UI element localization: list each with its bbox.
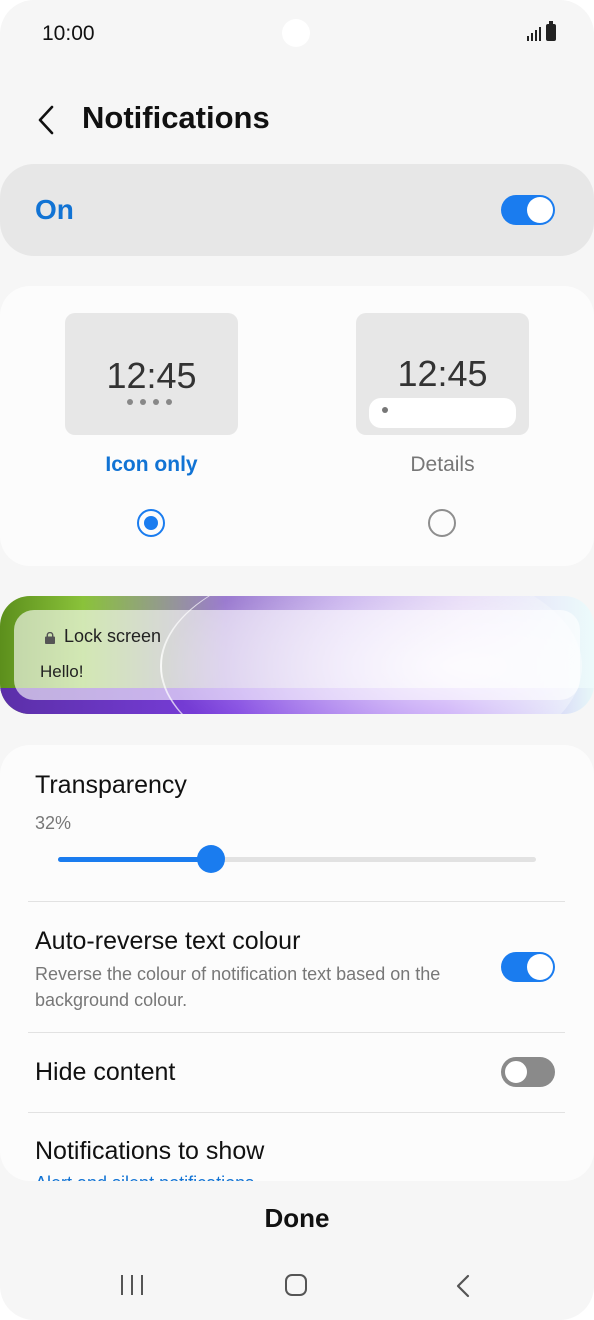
page-title: Notifications <box>82 100 270 135</box>
signal-icon <box>527 27 541 41</box>
master-toggle-label: On <box>35 194 74 225</box>
auto-reverse-subtitle: Reverse the colour of notification text … <box>35 964 441 1010</box>
settings-card: Transparency 32% Auto-reverse text colou… <box>0 745 594 1181</box>
transparency-slider[interactable] <box>58 845 536 873</box>
divider <box>28 901 565 902</box>
auto-reverse-title: Auto-reverse text colour <box>35 927 301 955</box>
slider-thumb[interactable] <box>196 845 225 873</box>
details-preview[interactable]: 12:45 <box>356 313 529 435</box>
front-camera <box>282 19 310 47</box>
icon-only-radio[interactable] <box>137 509 165 537</box>
battery-icon <box>546 21 556 41</box>
divider <box>28 1112 565 1113</box>
status-time: 10:00 <box>42 22 95 45</box>
lock-screen-notification-preview: Lock screen Hello! <box>14 610 580 700</box>
notifications-to-show-title[interactable]: Notifications to show <box>35 1137 264 1166</box>
master-toggle-switch[interactable] <box>501 195 555 225</box>
done-button[interactable]: Done <box>0 1196 594 1240</box>
icon-only-label[interactable]: Icon only <box>65 453 238 477</box>
notification-dots <box>127 399 172 405</box>
phone-screen: 10:00 Notifications On 12:45 Icon only 1… <box>0 0 594 1320</box>
master-toggle-row[interactable]: On <box>0 164 594 256</box>
notification-style-card: 12:45 Icon only 12:45 Details <box>0 286 594 566</box>
preview-clock: 12:45 <box>397 353 488 394</box>
notifications-to-show-value[interactable]: Alert and silent notifications <box>35 1173 254 1181</box>
chevron-left-icon <box>38 105 54 135</box>
details-radio[interactable] <box>428 509 456 537</box>
slider-fill <box>58 857 211 862</box>
lock-icon <box>45 632 55 644</box>
home-icon[interactable] <box>285 1274 307 1296</box>
notification-title: Lock screen <box>64 626 162 646</box>
back-button[interactable] <box>30 100 62 140</box>
divider <box>28 1032 565 1033</box>
wallpaper-preview: Lock screen Hello! <box>0 596 594 714</box>
back-nav-icon[interactable] <box>450 1272 476 1300</box>
notification-message: Hello! <box>40 662 84 681</box>
details-label[interactable]: Details <box>356 453 529 477</box>
transparency-value: 32% <box>35 813 72 833</box>
status-icons <box>527 21 556 41</box>
hide-content-title: Hide content <box>35 1058 176 1086</box>
details-notification-bar <box>369 398 516 428</box>
recent-apps-icon[interactable] <box>121 1275 143 1295</box>
icon-only-preview[interactable]: 12:45 <box>65 313 238 435</box>
transparency-title: Transparency <box>35 771 187 799</box>
hide-content-toggle[interactable] <box>501 1057 555 1087</box>
auto-reverse-toggle[interactable] <box>501 952 555 982</box>
preview-clock: 12:45 <box>106 355 197 396</box>
